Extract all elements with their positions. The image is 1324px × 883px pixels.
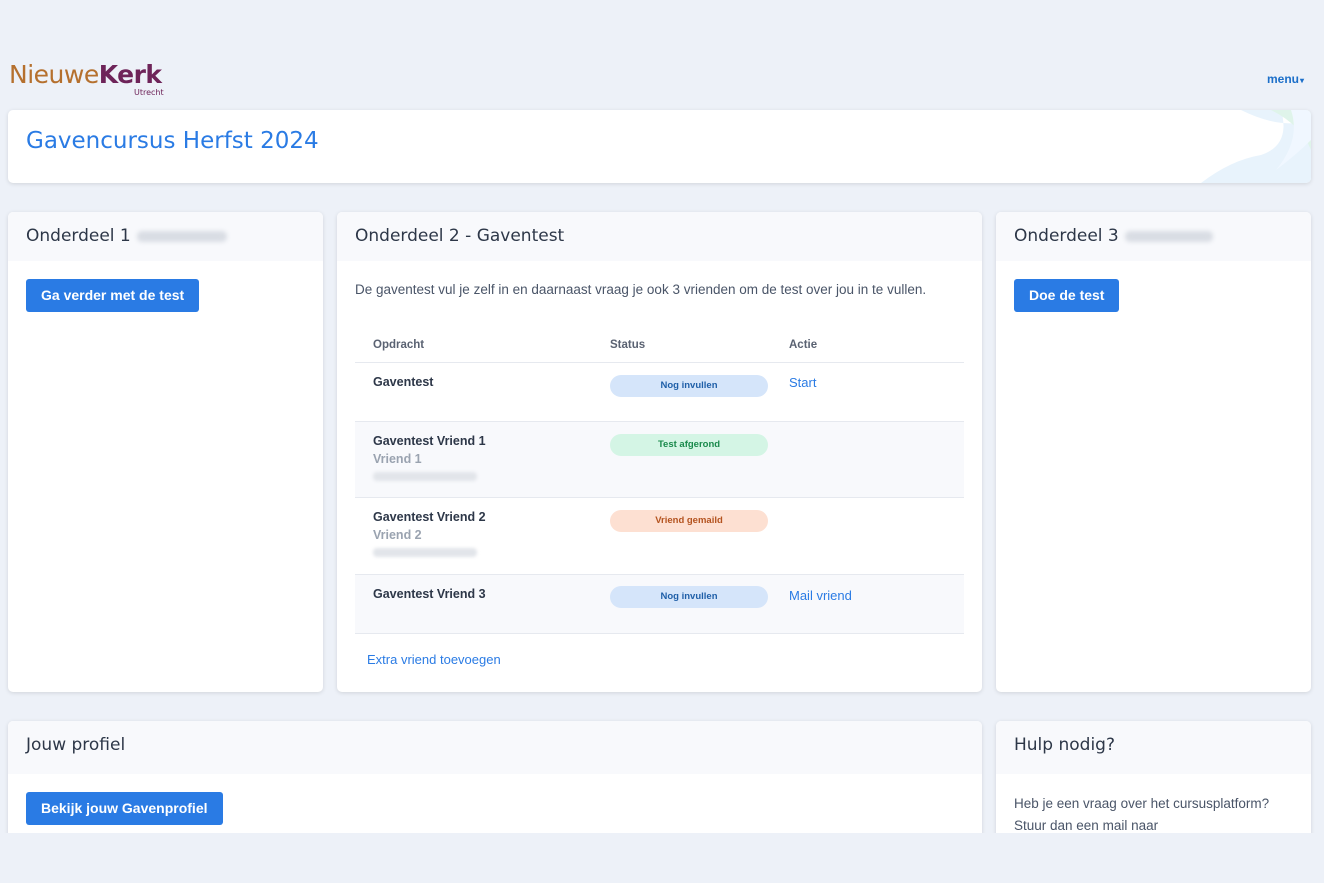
- status-badge: Nog invullen: [610, 375, 768, 397]
- menu-toggle[interactable]: menu▾: [1267, 72, 1304, 86]
- task-name: Gaventest Vriend 1: [373, 434, 486, 448]
- help-title: Hulp nodig?: [1014, 735, 1115, 755]
- help-text: Heb je een vraag over het cursusplatform…: [1014, 796, 1270, 833]
- mail-friend-link[interactable]: Mail vriend: [789, 588, 852, 603]
- caret-down-icon: ▾: [1299, 76, 1304, 85]
- page-header-card: Gavencursus Herfst 2024: [8, 110, 1311, 183]
- profile-card: Jouw profiel Bekijk jouw Gavenprofiel: [8, 721, 982, 833]
- profile-title: Jouw profiel: [26, 735, 126, 755]
- profile-header: Jouw profiel: [8, 721, 982, 774]
- column-header-actie: Actie: [771, 328, 964, 363]
- start-link[interactable]: Start: [789, 375, 816, 390]
- logo-word-1: Nieuwe: [9, 60, 99, 89]
- redacted-text: [1124, 230, 1213, 242]
- section-1-title: Onderdeel 1: [26, 226, 131, 246]
- status-badge: Vriend gemaild: [610, 510, 768, 532]
- status-badge: Test afgerond: [610, 434, 768, 456]
- help-header: Hulp nodig?: [996, 721, 1311, 774]
- section-2-title: Onderdeel 2 - Gaventest: [355, 226, 565, 246]
- logo[interactable]: NieuweKerk Utrecht: [9, 60, 164, 100]
- section-1-card: Onderdeel 1 Ga verder met de test: [8, 212, 323, 692]
- task-name: Gaventest Vriend 3: [373, 587, 486, 601]
- continue-test-button[interactable]: Ga verder met de test: [26, 279, 200, 312]
- page-title: Gavencursus Herfst 2024: [26, 128, 319, 154]
- help-card: Hulp nodig? Heb je een vraag over het cu…: [996, 721, 1311, 833]
- section-3-card: Onderdeel 3 Doe de test: [996, 212, 1311, 692]
- redacted-text: [136, 230, 227, 242]
- table-row: Gaventest Vriend 2 Vriend 2 Vriend gemai…: [355, 497, 964, 575]
- column-header-opdracht: Opdracht: [355, 328, 592, 363]
- decorative-shape: [1201, 110, 1311, 183]
- table-row: Gaventest Vriend 3 Nog invullen Mail vri…: [355, 574, 964, 634]
- do-test-button[interactable]: Doe de test: [1014, 279, 1120, 312]
- section-1-header: Onderdeel 1: [8, 212, 323, 261]
- section-3-header: Onderdeel 3: [996, 212, 1311, 261]
- view-profile-button[interactable]: Bekijk jouw Gavenprofiel: [26, 792, 223, 825]
- friend-name: Vriend 2: [373, 528, 422, 542]
- column-header-status: Status: [592, 328, 771, 363]
- task-name: Gaventest: [373, 375, 434, 389]
- menu-label: menu: [1266, 72, 1299, 86]
- add-friend-link[interactable]: Extra vriend toevoegen: [367, 652, 501, 667]
- viewport: NieuweKerk Utrecht menu▾ Gavencursus Her…: [0, 0, 1324, 833]
- status-badge: Nog invullen: [610, 586, 768, 608]
- section-2-header: Onderdeel 2 - Gaventest: [337, 212, 982, 261]
- logo-subtitle: Utrecht: [134, 88, 164, 97]
- task-name: Gaventest Vriend 2: [373, 510, 486, 524]
- section-2-card: Onderdeel 2 - Gaventest De gaventest vul…: [337, 212, 982, 692]
- table-row: Gaventest Vriend 1 Vriend 1 Test afgeron…: [355, 421, 964, 498]
- friend-name: Vriend 1: [373, 452, 422, 466]
- redacted-email: [373, 548, 477, 557]
- section-3-title: Onderdeel 3: [1014, 226, 1119, 246]
- tasks-table: Opdracht Status Actie Gaventest Nog invu…: [355, 328, 964, 634]
- section-2-intro: De gaventest vul je zelf in en daarnaast…: [355, 282, 927, 297]
- redacted-email: [373, 472, 477, 481]
- table-row: Gaventest Nog invullen Start: [355, 362, 964, 422]
- logo-word-2: Kerk: [98, 60, 162, 89]
